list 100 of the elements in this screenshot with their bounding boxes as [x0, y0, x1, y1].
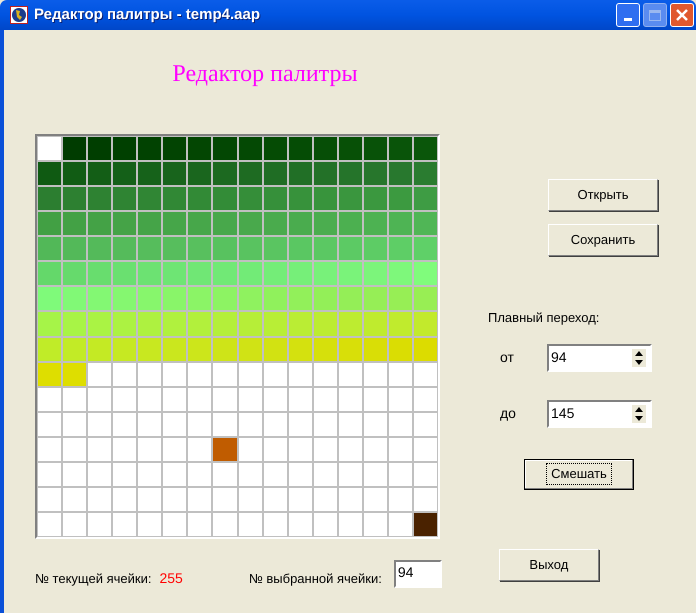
palette-cell[interactable]	[388, 262, 412, 286]
palette-cell[interactable]	[388, 512, 412, 536]
palette-cell[interactable]	[163, 462, 186, 486]
palette-cell[interactable]	[338, 412, 362, 436]
palette-cell[interactable]	[113, 438, 136, 461]
palette-cell[interactable]	[314, 237, 337, 260]
palette-cell[interactable]	[138, 312, 162, 336]
palette-cell[interactable]	[38, 438, 62, 461]
palette-cell[interactable]	[138, 438, 162, 461]
palette-cell[interactable]	[38, 312, 62, 336]
palette-cell[interactable]	[213, 362, 236, 386]
palette-cell[interactable]	[138, 338, 162, 361]
palette-cell[interactable]	[138, 388, 162, 411]
palette-cell[interactable]	[38, 287, 62, 310]
palette-cell[interactable]	[364, 237, 387, 260]
palette-cell[interactable]	[238, 162, 262, 186]
palette-cell[interactable]	[238, 287, 262, 310]
palette-cell[interactable]	[338, 362, 362, 386]
palette-cell[interactable]	[288, 212, 312, 236]
palette-cell[interactable]	[264, 137, 287, 160]
palette-cell[interactable]	[314, 438, 337, 461]
palette-cell[interactable]	[314, 212, 337, 236]
palette-cell[interactable]	[388, 162, 412, 186]
palette-cell[interactable]	[414, 338, 437, 361]
palette-cell[interactable]	[414, 262, 437, 286]
palette-cell[interactable]	[113, 312, 136, 336]
palette-cell[interactable]	[338, 162, 362, 186]
palette-cell[interactable]	[188, 412, 212, 436]
palette-cell[interactable]	[63, 462, 86, 486]
palette-cell[interactable]	[264, 287, 287, 310]
palette-cell[interactable]	[364, 488, 387, 511]
palette-cell[interactable]	[364, 388, 387, 411]
palette-cell[interactable]	[414, 187, 437, 210]
palette-cell[interactable]	[213, 212, 236, 236]
palette-cell[interactable]	[338, 338, 362, 361]
palette-cell[interactable]	[188, 512, 212, 536]
palette-cell[interactable]	[38, 262, 62, 286]
palette-cell[interactable]	[238, 462, 262, 486]
palette-cell[interactable]	[338, 512, 362, 536]
palette-cell[interactable]	[63, 287, 86, 310]
palette-cell[interactable]	[113, 512, 136, 536]
palette-cell[interactable]	[188, 287, 212, 310]
palette-cell[interactable]	[314, 512, 337, 536]
palette-cell[interactable]	[238, 212, 262, 236]
palette-cell[interactable]	[314, 338, 337, 361]
palette-cell[interactable]	[364, 262, 387, 286]
palette-cell[interactable]	[213, 438, 236, 461]
palette-cell[interactable]	[188, 388, 212, 411]
palette-cell[interactable]	[38, 388, 62, 411]
palette-cell[interactable]	[163, 388, 186, 411]
palette-cell[interactable]	[388, 438, 412, 461]
palette-cell[interactable]	[264, 362, 287, 386]
palette-cell[interactable]	[414, 212, 437, 236]
palette-cell[interactable]	[63, 412, 86, 436]
palette-cell[interactable]	[264, 462, 287, 486]
palette-cell[interactable]	[238, 388, 262, 411]
palette-cell[interactable]	[138, 287, 162, 310]
palette-cell[interactable]	[113, 137, 136, 160]
palette-cell[interactable]	[188, 187, 212, 210]
palette-cell[interactable]	[88, 262, 112, 286]
palette-cell[interactable]	[88, 488, 112, 511]
palette-cell[interactable]	[188, 237, 212, 260]
palette-cell[interactable]	[414, 137, 437, 160]
palette-cell[interactable]	[213, 312, 236, 336]
palette-cell[interactable]	[113, 162, 136, 186]
palette-cell[interactable]	[414, 412, 437, 436]
palette-cell[interactable]	[288, 162, 312, 186]
palette-cell[interactable]	[63, 362, 86, 386]
palette-cell[interactable]	[138, 237, 162, 260]
palette-cell[interactable]	[213, 462, 236, 486]
palette-cell[interactable]	[163, 237, 186, 260]
palette-cell[interactable]	[188, 137, 212, 160]
number-spin-field[interactable]: 94	[547, 344, 652, 372]
palette-cell[interactable]	[213, 137, 236, 160]
palette-cell[interactable]	[138, 488, 162, 511]
palette-cell[interactable]	[364, 187, 387, 210]
palette-cell[interactable]	[414, 312, 437, 336]
palette-cell[interactable]	[138, 412, 162, 436]
palette-cell[interactable]	[414, 162, 437, 186]
palette-cell[interactable]	[238, 412, 262, 436]
palette-cell[interactable]	[88, 362, 112, 386]
palette-cell[interactable]	[388, 187, 412, 210]
palette-cell[interactable]	[138, 462, 162, 486]
palette-cell[interactable]	[138, 212, 162, 236]
palette-cell[interactable]	[314, 287, 337, 310]
palette-cell[interactable]	[163, 137, 186, 160]
palette-cell[interactable]	[63, 312, 86, 336]
palette-cell[interactable]	[38, 187, 62, 210]
palette-cell[interactable]	[163, 512, 186, 536]
palette-cell[interactable]	[63, 187, 86, 210]
palette-cell[interactable]	[264, 338, 287, 361]
palette-cell[interactable]	[188, 262, 212, 286]
palette-cell[interactable]	[238, 362, 262, 386]
palette-cell[interactable]	[288, 488, 312, 511]
palette-cell[interactable]	[314, 388, 337, 411]
palette-cell[interactable]	[364, 312, 387, 336]
palette-cell[interactable]	[388, 462, 412, 486]
palette-cell[interactable]	[288, 262, 312, 286]
palette-cell[interactable]	[113, 412, 136, 436]
palette-cell[interactable]	[88, 187, 112, 210]
